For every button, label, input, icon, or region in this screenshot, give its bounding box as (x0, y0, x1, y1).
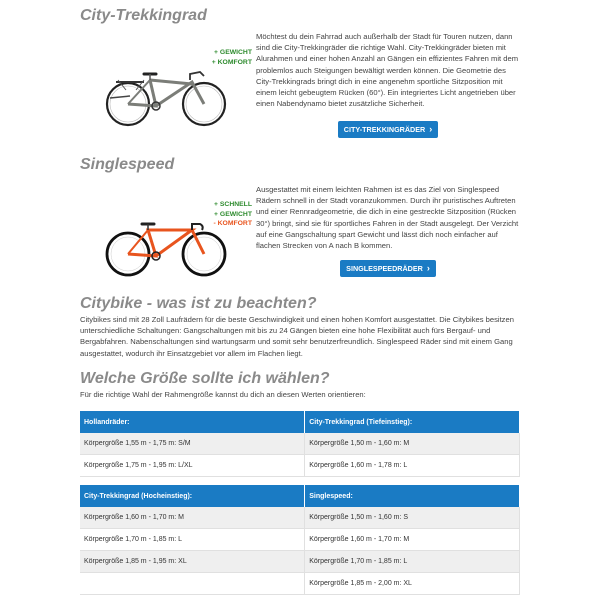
table-header: Singlespeed: (304, 485, 520, 507)
table-row: Körpergröße 1,70 m - 1,85 m: L Körpergrö… (80, 528, 520, 551)
table-cell: Körpergröße 1,85 m - 1,95 m: XL (80, 550, 306, 573)
table-header: Hollandräder: (80, 411, 306, 433)
city-trekking-description: Möchtest du dein Fahrrad auch außerhalb … (256, 32, 519, 109)
table-cell: Körpergröße 1,60 m - 1,70 m: M (80, 507, 306, 529)
section-title-city-trekking: City-Trekkingrad (80, 7, 207, 24)
section-title-size: Welche Größe sollte ich wählen? (80, 370, 330, 387)
attribute-fast: + SCHNELL (214, 201, 252, 208)
attribute-weight: + GEWICHT (214, 49, 252, 56)
table-row: Körpergröße 1,75 m - 1,95 m: L/XL Körper… (80, 454, 520, 477)
table-row: Körpergröße 1,85 m - 1,95 m: XL Körpergr… (80, 550, 520, 573)
table-cell: Körpergröße 1,75 m - 1,95 m: L/XL (80, 454, 306, 477)
section-title-citybike: Citybike - was ist zu beachten? (80, 295, 317, 312)
table-header: City-Trekkingrad (Hocheinstieg): (80, 485, 306, 507)
city-trekking-bike-image (105, 71, 227, 127)
citybike-description: Citybikes sind mit 28 Zoll Laufrädern fü… (80, 315, 514, 358)
table-cell: Körpergröße 1,50 m - 1,60 m: M (304, 433, 520, 455)
table-cell: Körpergröße 1,70 m - 1,85 m: L (80, 528, 306, 551)
table-row: Körpergröße 1,60 m - 1,70 m: M Körpergrö… (80, 507, 520, 529)
singlespeed-button[interactable]: SINGLESPEEDRÄDER › (340, 260, 436, 277)
table-cell (80, 572, 306, 595)
city-trekking-button-label: CITY-TREKKINGRÄDER (343, 125, 426, 134)
table-header-row: Hollandräder: City-Trekkingrad (Tiefeins… (80, 411, 520, 433)
table-header: City-Trekkingrad (Tiefeinstieg): (304, 411, 520, 433)
singlespeed-button-label: SINGLESPEEDRÄDER (346, 264, 423, 273)
city-trekking-attributes: + GEWICHT + KOMFORT (168, 48, 252, 67)
table-cell: Körpergröße 1,60 m - 1,70 m: M (304, 528, 520, 551)
table-cell: Körpergröße 1,85 m - 2,00 m: XL (304, 572, 520, 595)
table-row: Körpergröße 1,85 m - 2,00 m: XL (80, 572, 520, 595)
table-cell: Körpergröße 1,55 m - 1,75 m: S/M (80, 433, 306, 455)
table-row: Körpergröße 1,55 m - 1,75 m: S/M Körperg… (80, 433, 520, 455)
city-trekking-button[interactable]: CITY-TREKKINGRÄDER › (338, 121, 438, 138)
chevron-right-icon: › (429, 124, 433, 134)
singlespeed-bike-image (105, 222, 227, 277)
size-table-2: City-Trekkingrad (Hocheinstieg): Singles… (80, 485, 520, 595)
singlespeed-description: Ausgestattet mit einem leichten Rahmen i… (256, 185, 519, 251)
section-title-singlespeed: Singlespeed (80, 156, 175, 173)
table-cell: Körpergröße 1,50 m - 1,60 m: S (304, 507, 520, 529)
chevron-right-icon: › (426, 263, 430, 273)
size-intro: Für die richtige Wahl der Rahmengröße ka… (80, 390, 366, 399)
table-cell: Körpergröße 1,60 m - 1,78 m: L (304, 454, 520, 477)
table-cell: Körpergröße 1,70 m - 1,85 m: L (304, 550, 520, 573)
size-table-1: Hollandräder: City-Trekkingrad (Tiefeins… (80, 411, 520, 477)
table-header-row: City-Trekkingrad (Hocheinstieg): Singles… (80, 485, 520, 507)
